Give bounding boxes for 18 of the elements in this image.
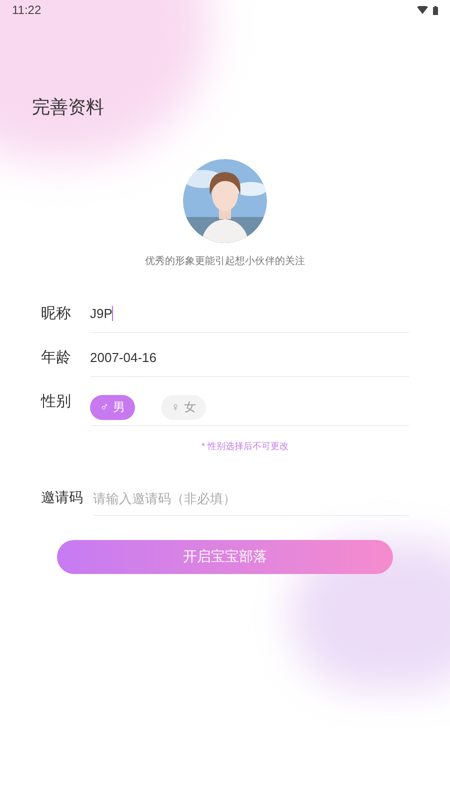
age-value: 2007-04-16 (90, 348, 156, 367)
gender-option[interactable]: ♀ 女 (161, 394, 206, 420)
submit-button[interactable]: 开启宝宝部落 (57, 540, 393, 574)
wifi-icon (417, 6, 428, 14)
gender-option[interactable]: ♂ 男 (90, 394, 135, 420)
invite-code-field[interactable]: 请输入邀请码（非必填） (93, 483, 409, 516)
field-label: 邀请码 (41, 488, 84, 506)
age-field[interactable]: 2007-04-16 (90, 343, 409, 377)
nickname-value: J9P (90, 304, 112, 323)
field-label: 性别 (41, 392, 72, 412)
field-label: 年龄 (41, 348, 72, 368)
battery-icon (433, 6, 438, 14)
field-label: 昵称 (41, 304, 72, 324)
gender-note: * 性别选择后不可更改 (201, 440, 288, 452)
nickname-field[interactable]: J9P (90, 299, 409, 333)
avatar-caption: 优秀的形象更能引起想小伙伴的关注 (145, 254, 305, 269)
status-time: 11:22 (12, 2, 42, 19)
page-title: 完善资料 (32, 96, 104, 119)
